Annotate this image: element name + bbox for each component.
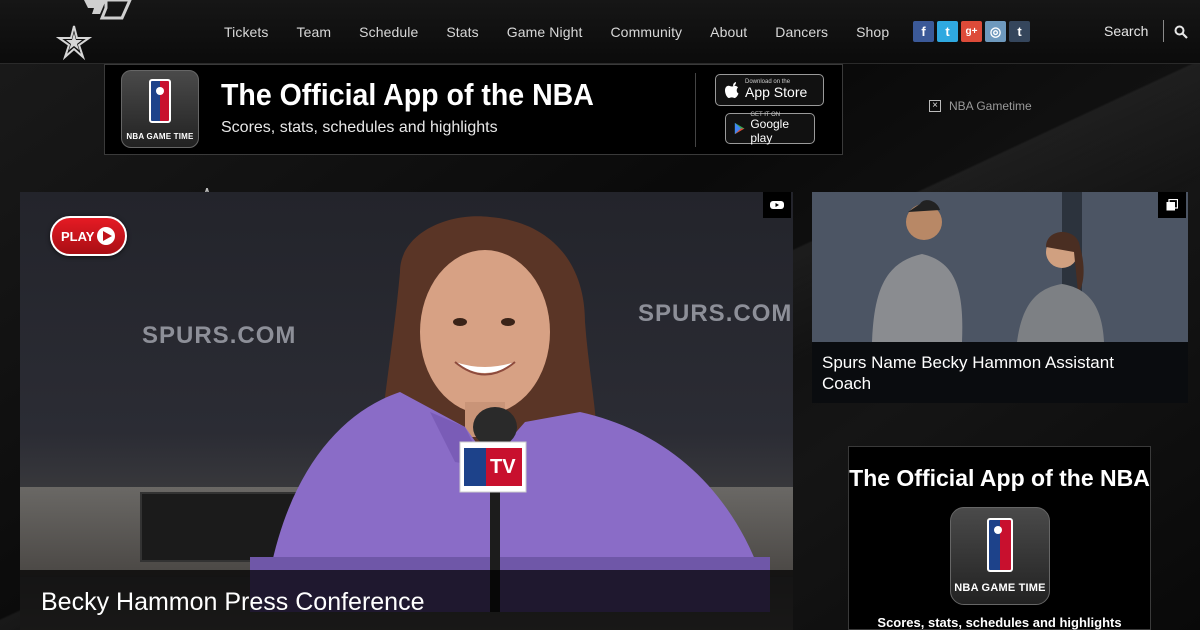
app-icon-label: NBA GAME TIME	[954, 582, 1046, 594]
facebook-icon[interactable]: f	[913, 21, 934, 42]
nav-item-game-night[interactable]: Game Night	[493, 18, 597, 46]
related-video-title[interactable]: Spurs Name Becky Hammon Assistant Coach	[822, 352, 1162, 394]
side-ad-title: The Official App of the NBA	[849, 465, 1150, 491]
play-button[interactable]: PLAY	[50, 216, 127, 256]
video-thumbnail	[812, 192, 1188, 342]
featured-video[interactable]: SPURS.COM SPURS.COM TV PLAY Becky Hammon…	[20, 192, 793, 630]
banner-divider	[695, 73, 696, 147]
nav-item-community[interactable]: Community	[596, 18, 696, 46]
ad-close-link[interactable]: × NBA Gametime	[929, 99, 1032, 113]
search-link[interactable]: Search	[1104, 23, 1148, 39]
banner-subtitle: Scores, stats, schedules and highlights	[221, 119, 498, 136]
video-caption-bar: Becky Hammon Press Conference	[20, 570, 793, 630]
mic-flag-text: TV	[490, 456, 516, 478]
thumbnail-figures	[812, 192, 1188, 342]
banner-title: The Official App of the NBA	[221, 77, 594, 112]
nba-logo-icon	[149, 79, 171, 123]
search-icon[interactable]	[1174, 25, 1188, 44]
instagram-icon[interactable]: ◎	[985, 21, 1006, 42]
app-store-button[interactable]: Download on the App Store	[715, 74, 824, 106]
top-navigation-bar: Tickets Team Schedule Stats Game Night C…	[0, 0, 1200, 64]
google-play-text: Google play	[750, 117, 790, 145]
related-video-card[interactable]: Spurs Name Becky Hammon Assistant Coach	[812, 192, 1188, 403]
close-icon[interactable]: ×	[929, 100, 941, 112]
twitter-icon[interactable]: t	[937, 21, 958, 42]
main-nav: Tickets Team Schedule Stats Game Night C…	[210, 18, 903, 46]
social-links: f t g+ ◎ t	[913, 21, 1030, 42]
speaker-figure	[250, 216, 770, 612]
nba-game-time-app-icon: NBA GAME TIME	[950, 507, 1050, 605]
nav-item-shop[interactable]: Shop	[842, 18, 903, 46]
tumblr-icon[interactable]: t	[1009, 21, 1030, 42]
gallery-badge	[1158, 192, 1186, 218]
nav-item-stats[interactable]: Stats	[432, 18, 492, 46]
google-play-icon	[734, 122, 745, 135]
nba-game-time-app-icon: NBA GAME TIME	[121, 70, 199, 148]
apple-icon	[725, 82, 739, 98]
play-label: PLAY	[61, 228, 95, 244]
gallery-icon	[1166, 199, 1178, 211]
video-caption[interactable]: Becky Hammon Press Conference	[41, 588, 424, 617]
nav-item-about[interactable]: About	[696, 18, 761, 46]
video-type-badge	[763, 192, 791, 218]
nav-item-dancers[interactable]: Dancers	[761, 18, 842, 46]
nba-logo-icon	[987, 518, 1013, 572]
nba-app-side-ad[interactable]: The Official App of the NBA NBA GAME TIM…	[848, 446, 1151, 630]
search-divider	[1163, 20, 1164, 42]
side-ad-subtitle: Scores, stats, schedules and highlights	[877, 615, 1122, 630]
video-camera-icon	[770, 201, 784, 209]
play-icon	[97, 227, 116, 245]
ad-close-label: NBA Gametime	[949, 99, 1032, 113]
app-store-text: App Store	[745, 84, 808, 101]
spurs-logo[interactable]	[55, 0, 136, 70]
app-icon-label: NBA GAME TIME	[126, 132, 194, 141]
related-video-caption-bar: Spurs Name Becky Hammon Assistant Coach	[812, 342, 1188, 403]
nav-item-schedule[interactable]: Schedule	[345, 18, 432, 46]
nav-item-tickets[interactable]: Tickets	[210, 18, 283, 46]
nba-app-banner-ad[interactable]: NBA GAME TIME The Official App of the NB…	[104, 64, 843, 155]
nav-item-team[interactable]: Team	[283, 18, 346, 46]
googleplus-icon[interactable]: g+	[961, 21, 982, 42]
google-play-button[interactable]: GET IT ON Google play	[725, 112, 815, 145]
